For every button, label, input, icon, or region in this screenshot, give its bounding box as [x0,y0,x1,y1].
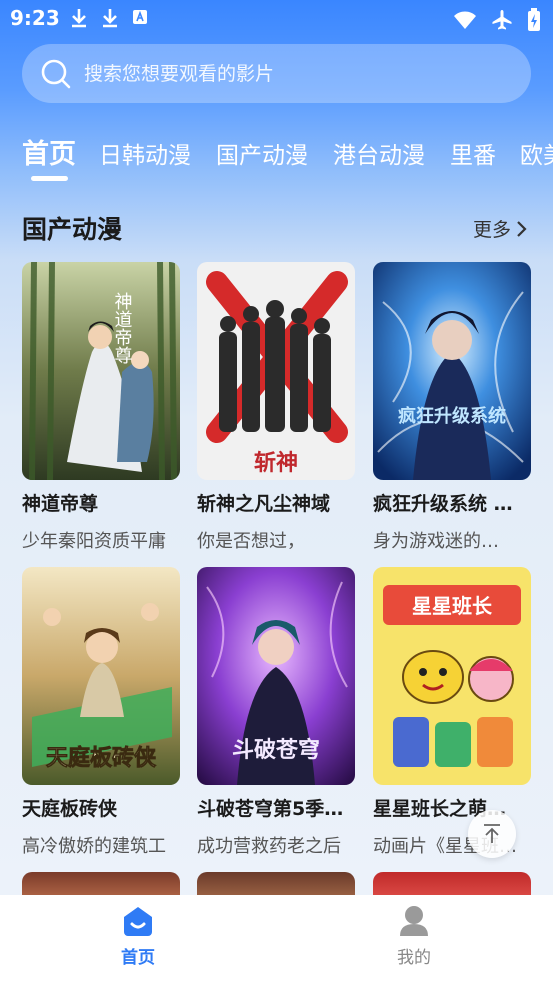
video-card[interactable]: 疯狂升级系统 疯狂升级系统 第二季 身为游戏迷的… [373,262,531,553]
poster-image[interactable]: 斗破苍穹 [197,567,355,785]
card-title[interactable]: 斗破苍穹第5季… [197,794,355,821]
poster-title-text: 天庭板砖侠 [46,745,157,771]
card-title[interactable]: 疯狂升级系统 第二季 [373,489,531,516]
poster-title-text: 斩神 [254,450,298,476]
video-card[interactable]: 星星班长 星星班长之萌… 动画片《星星班长》 [373,567,531,858]
battery-charging-icon [528,8,540,31]
download-icon [103,9,117,28]
nav-profile[interactable]: 我的 [354,905,474,968]
card-title[interactable]: 天庭板砖侠 [22,794,180,821]
download-icon [72,9,86,28]
card-title[interactable]: 神道帝尊 [22,489,180,516]
search-input[interactable] [84,62,484,85]
category-tabs: 首页 日韩动漫 国产动漫 港台动漫 里番 欧美 [0,128,553,188]
translate-icon [133,10,147,24]
poster-title-text: 斗破苍穹 [232,737,320,763]
poster-image[interactable]: 天庭板砖侠 [22,567,180,785]
poster-title-text: 疯狂升级系统 [398,405,506,427]
poster-image[interactable]: 神道帝尊 [22,262,180,480]
poster-image[interactable]: 星星班长 [373,567,531,785]
search-bar[interactable] [22,44,531,103]
search-icon [41,59,71,88]
wifi-icon [454,11,476,29]
status-bar: 9:23 [0,0,553,38]
profile-icon [400,906,428,936]
more-button[interactable]: 更多 [473,215,527,242]
tab-hk-tw-anime[interactable]: 港台动漫 [333,136,425,170]
card-description: 身为游戏迷的… [373,531,499,552]
card-description: 高冷傲娇的建筑工 [22,836,166,857]
poster-title-text: 神道帝尊 [112,292,133,365]
tab-western[interactable]: 欧美 [520,136,553,170]
section-title: 国产动漫 [22,215,123,244]
chevron-right-icon [517,220,527,237]
tab-japan-korea-anime[interactable]: 日韩动漫 [99,136,191,170]
more-label: 更多 [473,219,512,241]
airplane-mode-icon [492,10,512,30]
bottom-nav: 首页 我的 [0,895,553,983]
poster-image[interactable]: 疯狂升级系统 [373,262,531,480]
card-title[interactable]: 斩神之凡尘神域 [197,489,355,516]
poster-image[interactable]: 斩神 [197,262,355,480]
tab-lifan[interactable]: 里番 [450,136,496,170]
home-icon [124,907,152,936]
nav-home-label: 首页 [121,948,155,968]
back-to-top-button[interactable] [468,810,516,858]
video-card[interactable]: 斩神 斩神之凡尘神域 你是否想过， [197,262,355,553]
tab-home[interactable]: 首页 [22,132,76,171]
video-card[interactable]: 斗破苍穹 斗破苍穹第5季… 成功营救药老之后 [197,567,355,858]
status-time: 9:23 [10,6,60,30]
nav-home[interactable]: 首页 [78,905,198,968]
poster-title-text: 星星班长 [412,594,493,618]
card-description: 少年秦阳资质平庸 [22,531,166,552]
nav-profile-label: 我的 [397,948,431,968]
card-description: 成功营救药老之后 [197,836,341,857]
video-card[interactable]: 神道帝尊 神道帝尊 少年秦阳资质平庸 [22,262,180,553]
tab-indicator [31,176,68,181]
arrow-up-icon [484,824,500,843]
video-card[interactable]: 天庭板砖侠 天庭板砖侠 高冷傲娇的建筑工 [22,567,180,858]
tab-domestic-anime[interactable]: 国产动漫 [216,136,308,170]
card-description: 你是否想过， [197,531,305,552]
